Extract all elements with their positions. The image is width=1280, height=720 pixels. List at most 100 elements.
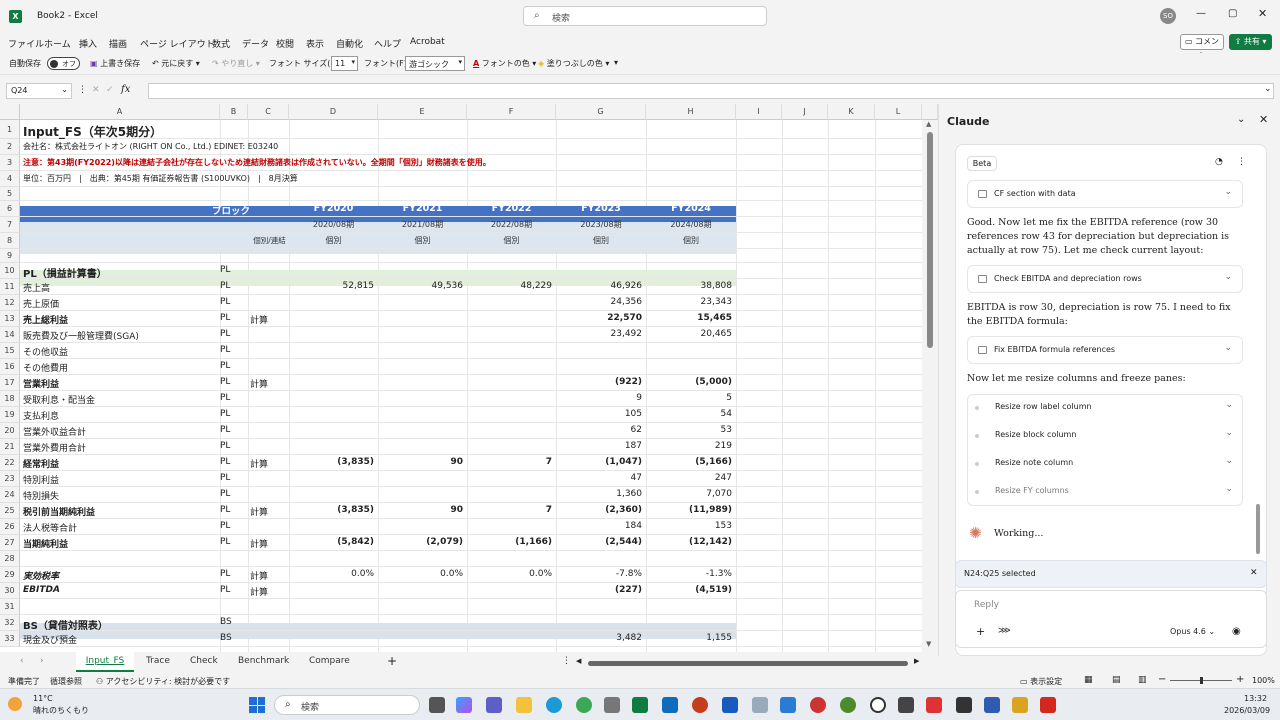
cell-d7[interactable]: 2020/08期 xyxy=(289,219,378,230)
avatar[interactable]: SO xyxy=(1160,8,1176,24)
cell-a10[interactable]: PL（損益計算書） xyxy=(23,265,107,280)
tab-options-icon[interactable]: ⋮ xyxy=(562,656,571,666)
cell-b22[interactable]: PL xyxy=(220,457,230,467)
cell-c8[interactable]: 個別/連結 xyxy=(250,235,289,246)
tab-benchmark[interactable]: Benchmark xyxy=(238,656,289,666)
row-header[interactable]: 27 xyxy=(0,535,20,551)
row-header[interactable]: 12 xyxy=(0,295,20,311)
cell-g23[interactable]: 47 xyxy=(556,473,642,483)
cell-e25[interactable]: 90 xyxy=(378,505,463,515)
row-header[interactable]: 26 xyxy=(0,519,20,535)
windows-start-icon[interactable] xyxy=(249,697,265,713)
cell-h24[interactable]: 7,070 xyxy=(646,489,732,499)
cell-d6[interactable]: FY2020 xyxy=(289,203,378,214)
cell-a14[interactable]: 販売費及び一般管理費(SGA) xyxy=(23,329,139,342)
cell-h11[interactable]: 38,808 xyxy=(646,281,733,291)
fill-color-button[interactable]: ◈ 塗りつぶしの色 ▾ xyxy=(538,58,609,69)
cell-b32[interactable]: BS xyxy=(220,617,232,627)
cell-h8[interactable]: 個別 xyxy=(646,235,736,246)
cell-c13[interactable]: 計算 xyxy=(250,313,268,326)
cell-c25[interactable]: 計算 xyxy=(250,505,268,518)
collapse-icon[interactable]: ⌄ xyxy=(1237,114,1245,125)
cell-h21[interactable]: 219 xyxy=(646,441,732,451)
app-gold-icon[interactable] xyxy=(1012,697,1028,713)
vscode-icon[interactable] xyxy=(780,697,796,713)
column-header[interactable]: K xyxy=(828,104,875,120)
font-color-button[interactable]: A フォントの色 ▾ xyxy=(473,58,536,69)
zoom-handle[interactable] xyxy=(1200,677,1203,684)
cell-b26[interactable]: PL xyxy=(220,521,230,531)
cell-e8[interactable]: 個別 xyxy=(378,235,467,246)
weather-icon[interactable] xyxy=(8,697,22,711)
cell-a24[interactable]: 特別損失 xyxy=(23,489,59,502)
cell-f22[interactable]: 7 xyxy=(467,457,552,467)
zoom-level[interactable]: 100% xyxy=(1252,676,1275,685)
autosave-toggle[interactable]: オフ xyxy=(47,57,80,70)
prev-sheet-icon[interactable]: ‹ xyxy=(20,656,24,666)
menu-automate[interactable]: 自動化 xyxy=(336,37,363,50)
cell-a13[interactable]: 売上総利益 xyxy=(23,313,68,326)
task-view-icon[interactable] xyxy=(429,697,445,713)
cell-a26[interactable]: 法人税等合計 xyxy=(23,521,77,534)
scroll-thumb[interactable] xyxy=(927,132,933,348)
row-header[interactable]: 15 xyxy=(0,343,20,359)
menu-formulas[interactable]: 数式 xyxy=(212,37,230,50)
cell-a3[interactable]: 注意：第43期(FY2022)以降は連結子会社が存在しないため連結財務諸表は作成… xyxy=(23,157,491,168)
cell-h14[interactable]: 20,465 xyxy=(646,329,733,339)
cell-h19[interactable]: 54 xyxy=(646,409,732,419)
remove-selection-icon[interactable]: ✕ xyxy=(1250,568,1258,578)
spreadsheet-grid[interactable]: A B C D E F G H I J K L 1 Input_FS（年次5期分）… xyxy=(0,104,938,652)
cell-g18[interactable]: 9 xyxy=(556,393,642,403)
add-attachment-icon[interactable]: + xyxy=(976,625,985,638)
app-white-icon[interactable] xyxy=(870,697,886,713)
row-header[interactable]: 23 xyxy=(0,471,20,487)
cell-d25[interactable]: (3,835) xyxy=(289,505,374,515)
display-settings-button[interactable]: ▭ 表示設定 xyxy=(1020,676,1062,687)
reply-input[interactable]: Reply xyxy=(974,600,999,610)
cell-g29[interactable]: -7.8% xyxy=(556,569,642,579)
cell-b16[interactable]: PL xyxy=(220,361,230,371)
scroll-down-icon[interactable]: ▼ xyxy=(926,640,931,648)
cell-b14[interactable]: PL xyxy=(220,329,230,339)
chrome-icon[interactable] xyxy=(576,697,592,713)
row-header[interactable]: 29 xyxy=(0,567,20,583)
cell-h7[interactable]: 2024/08期 xyxy=(646,219,736,230)
excel-taskbar-icon[interactable] xyxy=(632,697,648,713)
more-icon[interactable]: ⋮ xyxy=(78,85,87,95)
cell-h13[interactable]: 15,465 xyxy=(646,313,732,323)
column-header[interactable]: D xyxy=(289,104,378,120)
cell-a17[interactable]: 営業利益 xyxy=(23,377,59,390)
reply-box[interactable]: Reply + ⋙ Opus 4.6 ⌄ ◉ xyxy=(955,590,1267,648)
app-red2-icon[interactable] xyxy=(926,697,942,713)
save-button[interactable]: ▣ 上書き保存 xyxy=(90,58,140,69)
next-sheet-icon[interactable]: › xyxy=(40,656,44,666)
cell-b33[interactable]: BS xyxy=(220,633,232,643)
cell-a27[interactable]: 当期純利益 xyxy=(23,537,68,550)
column-header[interactable]: G xyxy=(556,104,646,120)
settings-app-icon[interactable] xyxy=(604,697,620,713)
scroll-up-icon[interactable]: ▲ xyxy=(926,120,931,128)
cell-g24[interactable]: 1,360 xyxy=(556,489,642,499)
hscroll-thumb[interactable] xyxy=(588,661,908,666)
chat-scrollbar[interactable] xyxy=(1256,504,1260,554)
row-header[interactable]: 9 xyxy=(0,249,20,263)
acrobat-icon[interactable] xyxy=(1040,697,1056,713)
app-red-icon[interactable] xyxy=(810,697,826,713)
formula-input[interactable] xyxy=(148,83,1274,99)
history-icon[interactable]: ◔ xyxy=(1215,157,1223,167)
row-header[interactable]: 8 xyxy=(0,233,20,249)
cell-a25[interactable]: 税引前当期純利益 xyxy=(23,505,95,518)
cell-b19[interactable]: PL xyxy=(220,409,230,419)
cell-h26[interactable]: 153 xyxy=(646,521,732,531)
cell-a21[interactable]: 営業外費用合計 xyxy=(23,441,86,454)
cell-f27[interactable]: (1,166) xyxy=(467,537,552,547)
cell-g30[interactable]: (227) xyxy=(556,585,642,595)
cell-g20[interactable]: 62 xyxy=(556,425,642,435)
menu-view[interactable]: 表示 xyxy=(306,37,324,50)
cell-b6[interactable]: ブロック xyxy=(190,203,250,217)
row-header[interactable]: 33 xyxy=(0,631,20,647)
font-name-select[interactable]: 游ゴシック ▾ xyxy=(405,56,465,71)
row-header[interactable]: 14 xyxy=(0,327,20,343)
row-header[interactable]: 24 xyxy=(0,487,20,503)
cell-b10[interactable]: PL xyxy=(220,265,230,275)
